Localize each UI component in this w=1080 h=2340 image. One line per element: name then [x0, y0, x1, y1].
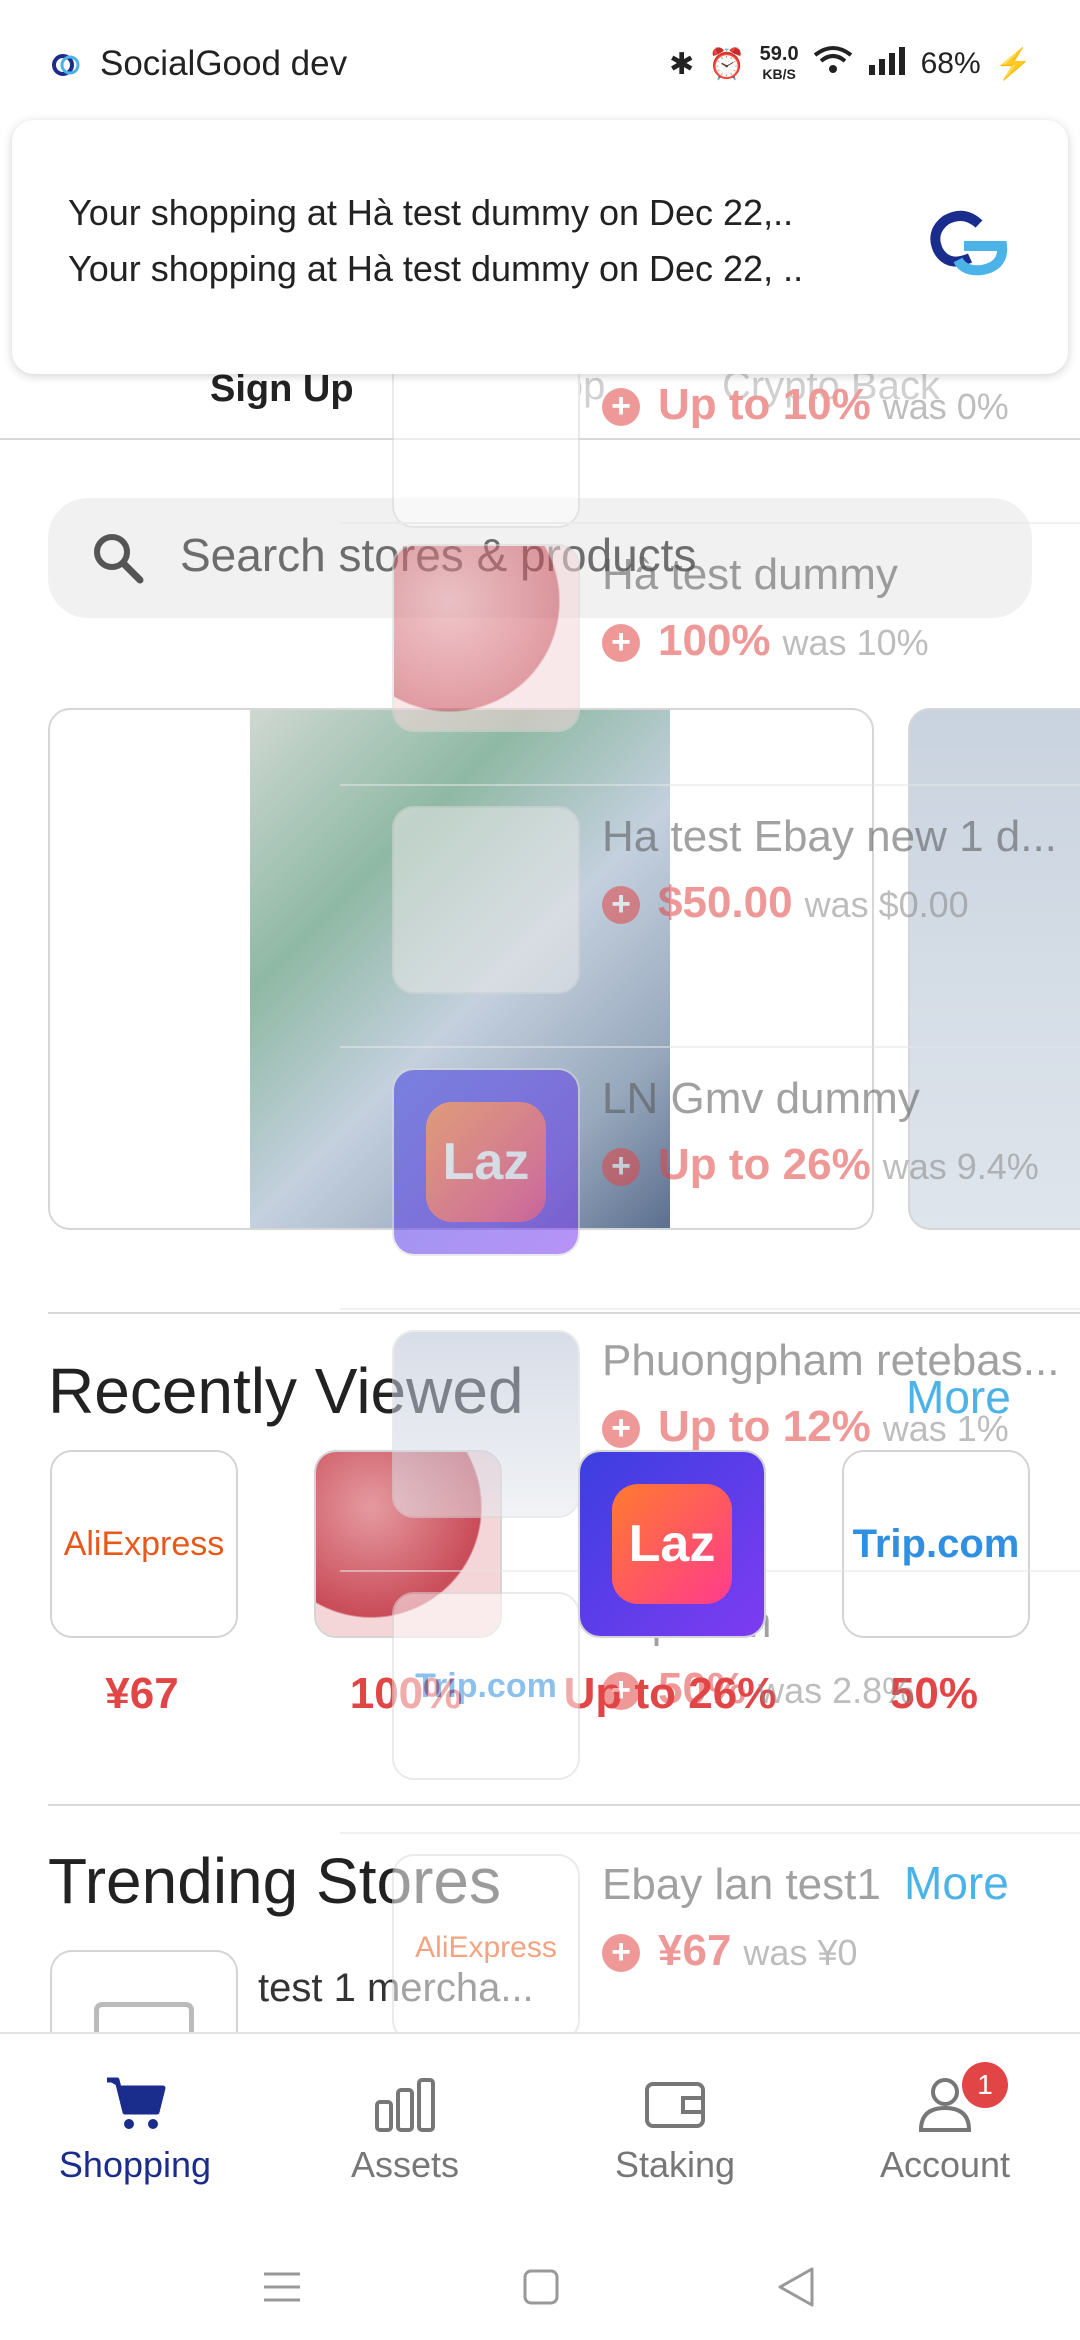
nav-assets-label: Assets — [350, 2144, 460, 2185]
nav-account-label: Account — [879, 2144, 1011, 2185]
overlay-was: was $0.00 — [804, 884, 969, 925]
battery-level: 68% — [920, 47, 981, 80]
aliexpress-logo: AliExpress — [63, 1524, 225, 1563]
overlay-thumb — [392, 1330, 580, 1518]
nav-assets[interactable]: Assets — [270, 2034, 540, 2234]
bluetooth-icon: ✱ — [669, 47, 695, 81]
overlay-thumb: AliExpress — [392, 1854, 580, 2042]
plus-icon: + — [602, 1148, 640, 1187]
nav-staking-label: Staking — [614, 2144, 736, 2185]
overlay-was: was 10% — [782, 622, 929, 663]
overlay-row[interactable]: Ha test Ebay new 1 d... + $50.00 was $0.00 — [340, 784, 1080, 1048]
wifi-icon — [813, 45, 853, 83]
aliexpress-thumb-logo: AliExpress — [415, 1931, 557, 1964]
overlay-thumb — [392, 544, 580, 732]
plus-icon: + — [602, 388, 640, 427]
overlay-rate-value: ¥67 — [658, 1926, 732, 1975]
overlay-row-rate: + Up to 12% was 1% — [602, 1402, 1009, 1452]
nav-staking[interactable]: Staking — [540, 2034, 810, 2234]
recently-viewed-item[interactable]: Laz — [578, 1450, 766, 1638]
notification-line-1: Your shopping at Hà test dummy on Dec 22… — [68, 192, 794, 233]
overlay-row-rate: + ¥67 was ¥0 — [602, 1926, 858, 1976]
notification-badge: 1 — [962, 2062, 1008, 2108]
signup-link[interactable]: Sign Up — [210, 368, 354, 411]
overlay-was: was 9.4% — [882, 1146, 1039, 1187]
overlay-row-name: LN Gmv dummy — [602, 1074, 920, 1123]
search-icon — [88, 528, 148, 588]
overlay-thumb: Laz — [392, 1068, 580, 1256]
menu-icon[interactable] — [262, 2270, 302, 2309]
overlay-rate-value: Up to 10% — [658, 380, 871, 429]
recently-viewed-item[interactable]: AliExpress — [50, 1450, 238, 1638]
wallet-icon — [643, 2072, 707, 2136]
charging-icon: ⚡ — [994, 47, 1032, 81]
overlay-thumb: Trip.com — [392, 1592, 580, 1780]
cart-icon — [103, 2072, 167, 2136]
overlay-was: was ¥0 — [743, 1932, 858, 1973]
overlay-row-rate: + $50.00 was $0.00 — [602, 878, 969, 928]
alarm-icon: ⏰ — [708, 47, 746, 81]
overlay-row-rate: + Up to 26% was 9.4% — [602, 1140, 1039, 1190]
overlay-store-list: Shop Crypto Back +Up to 10%was 0% Hà tes… — [340, 300, 1080, 2060]
bar-chart-icon — [373, 2072, 437, 2136]
socialgood-logo-icon — [924, 206, 1014, 276]
recently-viewed-value: ¥67 — [105, 1669, 179, 1718]
plus-icon: + — [602, 886, 640, 925]
overlay-row[interactable]: Laz LN Gmv dummy + Up to 26% was 9.4% — [340, 1046, 1080, 1310]
overlay-was: was 0% — [882, 386, 1009, 427]
lazada-logo: Laz — [580, 1452, 764, 1636]
overlay-row-rate: +100% was 10% — [602, 616, 929, 666]
nav-shopping[interactable]: Shopping — [0, 2034, 270, 2234]
overlay-row-name: Hà test dummy — [602, 550, 898, 599]
overlay-row-rate: + Up to 10% was 0% — [602, 380, 1009, 430]
plus-icon: + — [602, 624, 640, 663]
net-speed: 59.0 KB/S — [760, 44, 799, 84]
lazada-thumb: Laz — [394, 1070, 578, 1254]
overlay-row-name: Ha test Ebay new 1 d... — [602, 812, 1057, 861]
overlay-was: was 1% — [882, 1408, 1009, 1449]
overlay-rate-value: Up to 12% — [658, 1402, 871, 1451]
back-icon[interactable] — [776, 2266, 816, 2313]
nav-shopping-label: Shopping — [58, 2144, 212, 2185]
overlay-row[interactable]: Hà test dummy +100% was 10% — [340, 522, 1080, 786]
status-app-name: SocialGood dev — [100, 44, 348, 83]
signal-icon — [867, 45, 907, 83]
overlay-rate-value: 100% — [658, 616, 771, 665]
plus-icon: + — [602, 1410, 640, 1449]
home-icon[interactable] — [522, 2268, 560, 2311]
overlay-row-name: Ebay lan test1 — [602, 1860, 881, 1909]
overlay-row-name: Phuongpham retebas... — [602, 1336, 1060, 1385]
lipstick-thumb — [394, 546, 578, 730]
overlay-row-rate: +50% was 2.8% — [602, 1664, 914, 1714]
plus-icon: + — [602, 1672, 640, 1711]
overlay-rate-value: 50% — [658, 1664, 747, 1713]
app-logo-icon — [52, 54, 80, 76]
status-indicators: ✱ ⏰ 59.0 KB/S 68% ⚡ — [669, 44, 1032, 84]
trip-thumb-logo: Trip.com — [415, 1666, 557, 1705]
overlay-rate-value: $50.00 — [658, 878, 793, 927]
overlay-was: was 2.8% — [758, 1670, 915, 1711]
status-bar: SocialGood dev ✱ ⏰ 59.0 KB/S 68% ⚡ — [0, 0, 1080, 130]
notification-line-2: Your shopping at Hà test dummy on Dec 22… — [68, 248, 804, 289]
overlay-rate-value: Up to 26% — [658, 1140, 871, 1189]
notification-card[interactable]: Your shopping at Hà test dummy on Dec 22… — [12, 120, 1068, 374]
net-speed-value: 59.0 — [759, 43, 799, 65]
bottom-navigation: Shopping Assets Staking 1 Account — [0, 2032, 1080, 2234]
net-speed-unit: KB/S — [762, 66, 796, 82]
overlay-thumb — [392, 806, 580, 994]
nav-account[interactable]: 1 Account — [810, 2034, 1080, 2234]
system-nav-bar — [0, 2232, 1080, 2340]
plus-icon: + — [602, 1934, 640, 1973]
